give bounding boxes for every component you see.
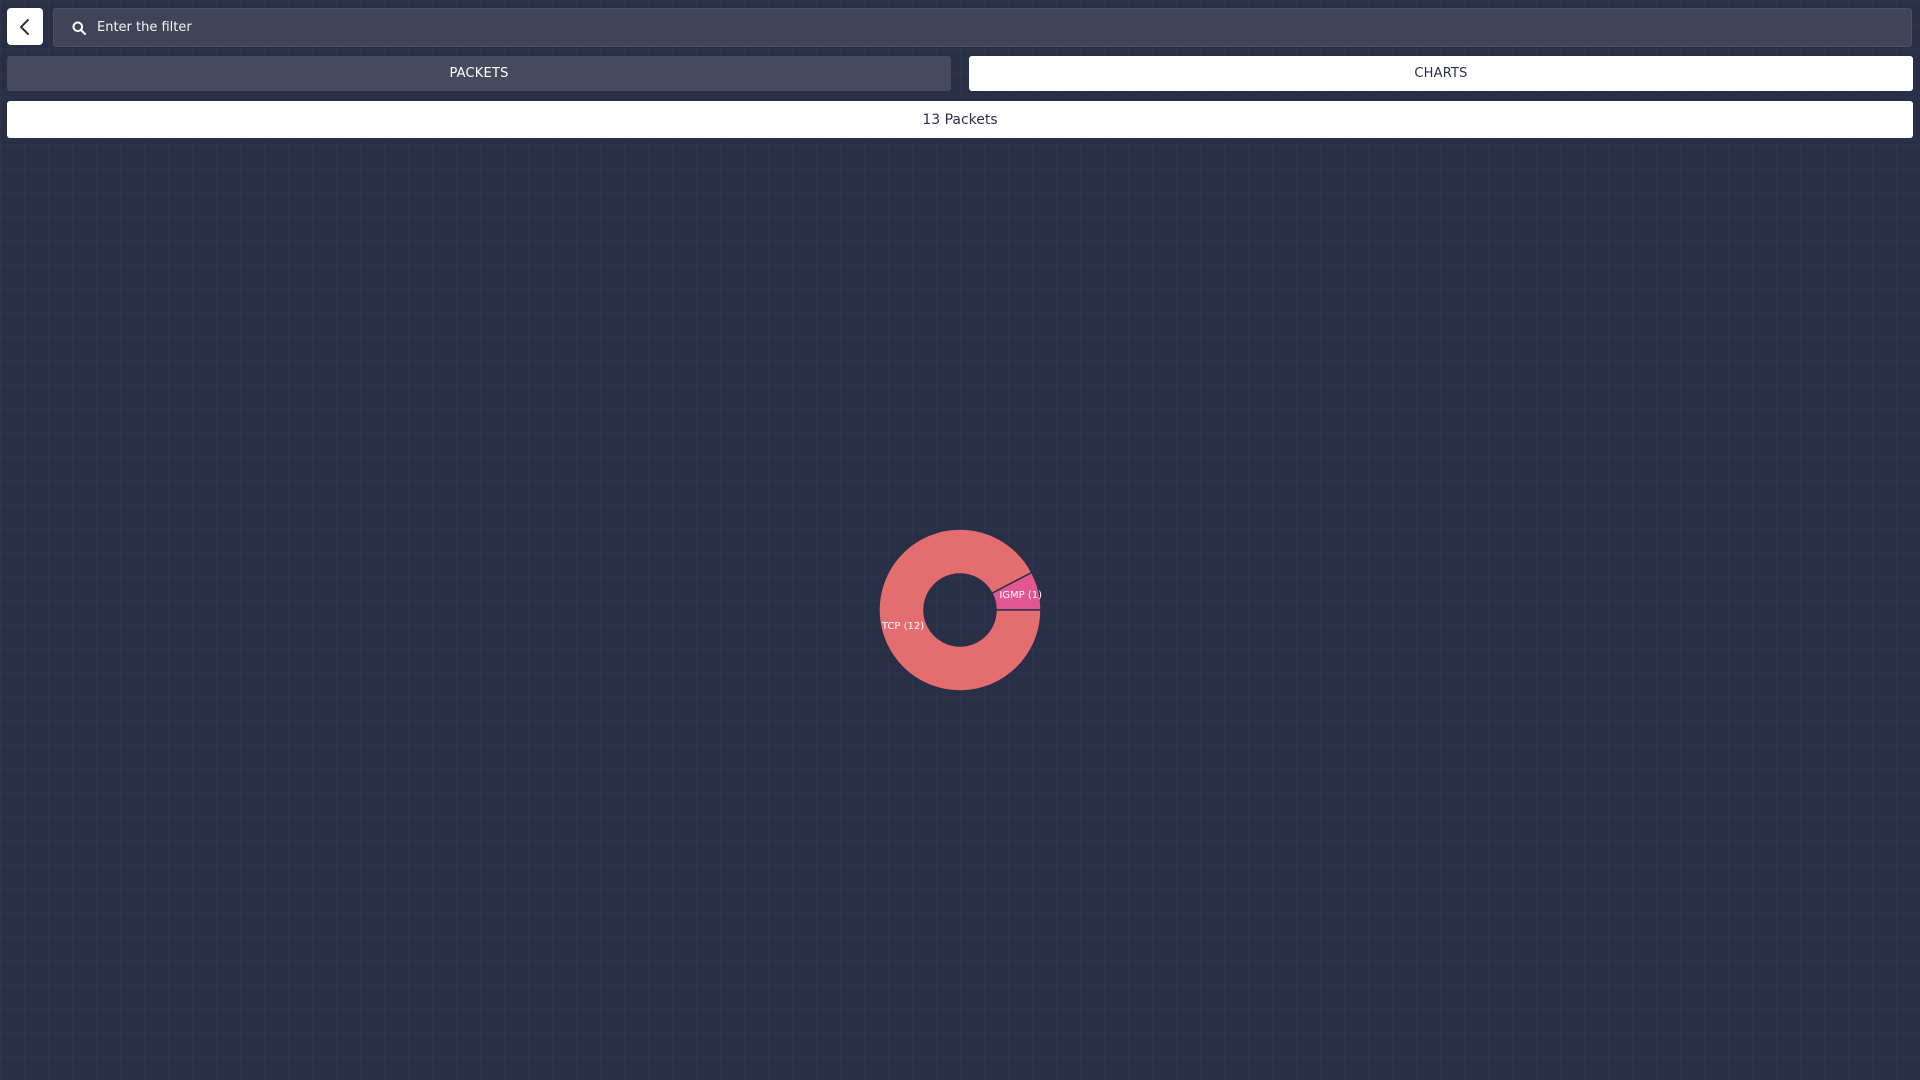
slice-label-tcp: TCP (12): [881, 621, 924, 632]
slice-label-igmp: IGMP (1): [999, 590, 1042, 601]
packet-count-text: 13 Packets: [922, 111, 998, 128]
protocol-donut-chart: IGMP (1) TCP (12): [860, 510, 1060, 710]
filter-bar: [53, 8, 1912, 47]
tab-packets-label: PACKETS: [449, 66, 509, 81]
packet-count-banner: 13 Packets: [7, 101, 1913, 138]
filter-input[interactable]: [97, 9, 1911, 46]
tab-charts-label: CHARTS: [1414, 66, 1468, 81]
search-icon: [71, 20, 87, 36]
tab-packets[interactable]: PACKETS: [7, 56, 951, 91]
tab-charts[interactable]: CHARTS: [969, 56, 1913, 91]
donut-svg: IGMP (1) TCP (12): [878, 528, 1042, 692]
slice-tcp[interactable]: [878, 528, 1042, 692]
back-button[interactable]: [7, 8, 43, 45]
chevron-left-icon: [20, 18, 29, 35]
